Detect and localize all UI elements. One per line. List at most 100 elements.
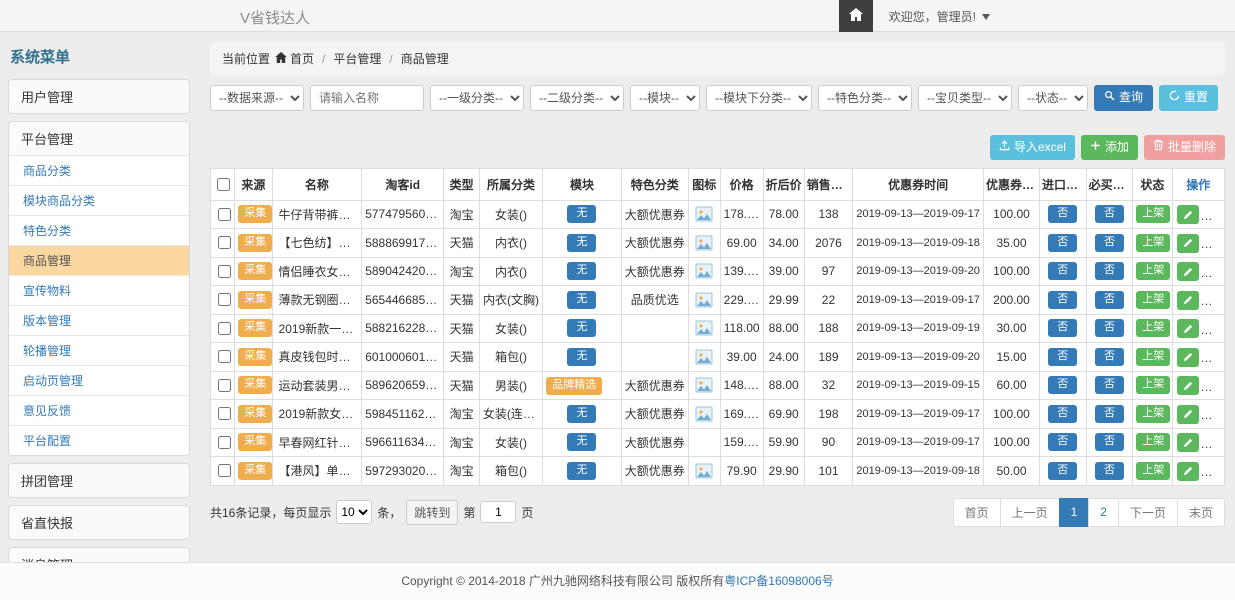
status-toggle[interactable]: 上架 bbox=[1136, 462, 1170, 480]
edit-button[interactable] bbox=[1177, 405, 1199, 424]
edit-button[interactable] bbox=[1177, 234, 1199, 253]
import-pick-toggle[interactable]: 否 bbox=[1048, 205, 1077, 223]
sidebar-item-4[interactable]: 消息管理 bbox=[9, 548, 189, 562]
status-toggle[interactable]: 上架 bbox=[1136, 405, 1170, 423]
must-buy-toggle[interactable]: 否 bbox=[1095, 291, 1124, 309]
user-menu[interactable]: 欢迎您，管理员! bbox=[889, 8, 990, 25]
must-buy-toggle[interactable]: 否 bbox=[1095, 319, 1124, 337]
import-pick-toggle[interactable]: 否 bbox=[1048, 291, 1077, 309]
row-checkbox[interactable] bbox=[218, 436, 231, 449]
pagination-button[interactable]: 上一页 bbox=[1000, 498, 1060, 527]
row-checkbox[interactable] bbox=[218, 407, 231, 420]
sidebar-subitem[interactable]: 平台配置 bbox=[9, 425, 189, 455]
must-buy-toggle[interactable]: 否 bbox=[1095, 433, 1124, 451]
import-pick-toggle[interactable]: 否 bbox=[1048, 405, 1077, 423]
edit-button[interactable] bbox=[1177, 433, 1199, 452]
row-checkbox[interactable] bbox=[218, 208, 231, 221]
name-search-input[interactable] bbox=[310, 85, 424, 111]
filter-select-0[interactable]: --数据来源-- bbox=[210, 85, 304, 111]
row-checkbox[interactable] bbox=[218, 293, 231, 306]
must-buy-toggle[interactable]: 否 bbox=[1095, 262, 1124, 280]
row-checkbox[interactable] bbox=[218, 350, 231, 363]
sidebar-subitem[interactable]: 商品分类 bbox=[9, 155, 189, 185]
jump-button[interactable]: 跳转到 bbox=[406, 500, 458, 525]
pagination-button[interactable]: 1 bbox=[1059, 498, 1090, 527]
filter-select-6[interactable]: --特色分类-- bbox=[818, 85, 912, 111]
must-buy-toggle[interactable]: 否 bbox=[1095, 205, 1124, 223]
import-pick-toggle[interactable]: 否 bbox=[1048, 262, 1077, 280]
module-badge[interactable]: 无 bbox=[567, 205, 596, 223]
sidebar-subitem[interactable]: 宣传物料 bbox=[9, 275, 189, 305]
must-buy-toggle[interactable]: 否 bbox=[1095, 376, 1124, 394]
sidebar-subitem[interactable]: 轮播管理 bbox=[9, 335, 189, 365]
status-toggle[interactable]: 上架 bbox=[1136, 348, 1170, 366]
module-badge[interactable]: 无 bbox=[567, 348, 596, 366]
page-number-input[interactable] bbox=[480, 501, 516, 523]
module-badge[interactable]: 无 bbox=[567, 462, 596, 480]
import-pick-toggle[interactable]: 否 bbox=[1048, 319, 1077, 337]
edit-button[interactable] bbox=[1177, 205, 1199, 224]
filter-select-4[interactable]: --模块-- bbox=[630, 85, 700, 111]
sidebar-subitem[interactable]: 特色分类 bbox=[9, 215, 189, 245]
module-badge[interactable]: 无 bbox=[567, 319, 596, 337]
select-all-checkbox[interactable] bbox=[217, 178, 230, 191]
sidebar-item-2[interactable]: 拼团管理 bbox=[9, 464, 189, 497]
must-buy-toggle[interactable]: 否 bbox=[1095, 348, 1124, 366]
status-toggle[interactable]: 上架 bbox=[1136, 262, 1170, 280]
breadcrumb-item-platform[interactable]: 平台管理 bbox=[333, 50, 381, 67]
module-badge[interactable]: 无 bbox=[567, 405, 596, 423]
edit-button[interactable] bbox=[1177, 319, 1199, 338]
row-checkbox[interactable] bbox=[218, 322, 231, 335]
filter-select-3[interactable]: --二级分类-- bbox=[530, 85, 624, 111]
filter-select-7[interactable]: --宝贝类型-- bbox=[918, 85, 1012, 111]
add-button[interactable]: 添加 bbox=[1081, 135, 1138, 160]
import-pick-toggle[interactable]: 否 bbox=[1048, 462, 1077, 480]
sidebar-item-3[interactable]: 省直快报 bbox=[9, 506, 189, 539]
row-checkbox[interactable] bbox=[218, 464, 231, 477]
per-page-select[interactable]: 10 bbox=[336, 500, 372, 524]
filter-select-2[interactable]: --一级分类-- bbox=[430, 85, 524, 111]
batch-delete-button[interactable]: 批量删除 bbox=[1144, 135, 1225, 160]
import-pick-toggle[interactable]: 否 bbox=[1048, 376, 1077, 394]
sidebar-item-0[interactable]: 用户管理 bbox=[9, 80, 189, 113]
edit-button[interactable] bbox=[1177, 376, 1199, 395]
row-checkbox[interactable] bbox=[218, 379, 231, 392]
sidebar-subitem[interactable]: 商品管理 bbox=[9, 245, 189, 275]
module-badge[interactable]: 品牌精选 bbox=[546, 377, 602, 395]
row-checkbox[interactable] bbox=[218, 236, 231, 249]
edit-button[interactable] bbox=[1177, 348, 1199, 367]
edit-button[interactable] bbox=[1177, 462, 1199, 481]
status-toggle[interactable]: 上架 bbox=[1136, 319, 1170, 337]
status-toggle[interactable]: 上架 bbox=[1136, 234, 1170, 252]
row-checkbox[interactable] bbox=[218, 265, 231, 278]
must-buy-toggle[interactable]: 否 bbox=[1095, 405, 1124, 423]
edit-button[interactable] bbox=[1177, 262, 1199, 281]
icp-link[interactable]: 粤ICP备16098006号 bbox=[724, 574, 833, 588]
filter-select-5[interactable]: --模块下分类-- bbox=[706, 85, 812, 111]
status-toggle[interactable]: 上架 bbox=[1136, 205, 1170, 223]
breadcrumb-home-link[interactable]: 首页 bbox=[275, 50, 314, 67]
status-toggle[interactable]: 上架 bbox=[1136, 376, 1170, 394]
sidebar-subitem[interactable]: 版本管理 bbox=[9, 305, 189, 335]
pagination-button[interactable]: 下一页 bbox=[1118, 498, 1178, 527]
sidebar-subitem[interactable]: 启动页管理 bbox=[9, 365, 189, 395]
import-pick-toggle[interactable]: 否 bbox=[1048, 234, 1077, 252]
filter-select-8[interactable]: --状态-- bbox=[1018, 85, 1088, 111]
home-button[interactable] bbox=[839, 0, 873, 32]
module-badge[interactable]: 无 bbox=[567, 262, 596, 280]
sidebar-subitem[interactable]: 意见反馈 bbox=[9, 395, 189, 425]
module-badge[interactable]: 无 bbox=[567, 234, 596, 252]
search-button[interactable]: 查询 bbox=[1094, 85, 1153, 111]
module-badge[interactable]: 无 bbox=[567, 291, 596, 309]
reset-button[interactable]: 重置 bbox=[1159, 85, 1218, 111]
sidebar-item-1[interactable]: 平台管理 bbox=[9, 122, 189, 155]
import-pick-toggle[interactable]: 否 bbox=[1048, 433, 1077, 451]
must-buy-toggle[interactable]: 否 bbox=[1095, 234, 1124, 252]
edit-button[interactable] bbox=[1177, 291, 1199, 310]
sidebar-subitem[interactable]: 模块商品分类 bbox=[9, 185, 189, 215]
pagination-button[interactable]: 首页 bbox=[953, 498, 1001, 527]
pagination-button[interactable]: 2 bbox=[1088, 498, 1119, 527]
must-buy-toggle[interactable]: 否 bbox=[1095, 462, 1124, 480]
module-badge[interactable]: 无 bbox=[567, 433, 596, 451]
import-pick-toggle[interactable]: 否 bbox=[1048, 348, 1077, 366]
